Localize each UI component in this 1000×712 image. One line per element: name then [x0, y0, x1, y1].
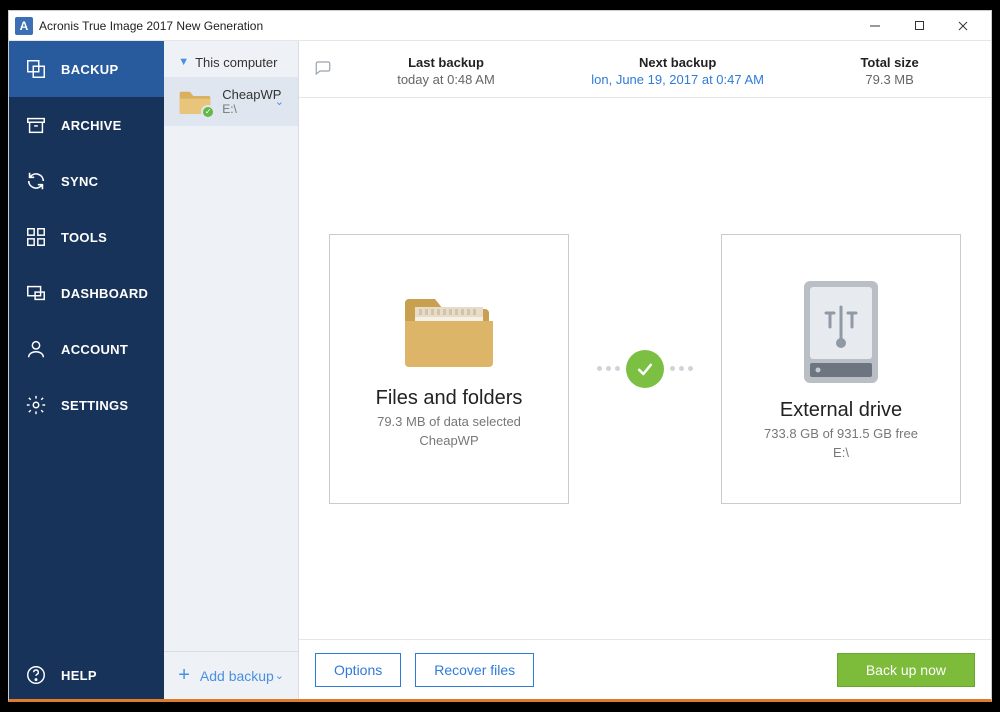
comment-icon[interactable]: [313, 55, 333, 77]
backup-canvas: Files and folders 79.3 MB of data select…: [299, 98, 991, 639]
archive-icon: [25, 114, 47, 136]
total-size-label: Total size: [860, 55, 918, 70]
add-backup-label: Add backup: [200, 668, 274, 684]
last-backup-col: Last backup today at 0:48 AM: [397, 55, 495, 87]
window-title: Acronis True Image 2017 New Generation: [39, 19, 853, 33]
destination-line1: 733.8 GB of 931.5 GB free: [764, 426, 918, 441]
options-button[interactable]: Options: [315, 653, 401, 687]
nav-settings[interactable]: SETTINGS: [9, 377, 164, 433]
minimize-button[interactable]: [853, 12, 897, 40]
nav-help[interactable]: HELP: [9, 651, 164, 699]
nav-label: SYNC: [61, 174, 98, 189]
help-icon: [25, 664, 47, 686]
nav-label: ACCOUNT: [61, 342, 128, 357]
success-badge-icon: ✓: [201, 105, 215, 119]
main-panel: Last backup today at 0:48 AM Next backup…: [299, 41, 991, 699]
total-size-col: Total size 79.3 MB: [860, 55, 918, 87]
nav-label: HELP: [61, 668, 97, 683]
backup-item-path: E:\: [222, 102, 281, 116]
settings-icon: [25, 394, 47, 416]
nav-label: TOOLS: [61, 230, 107, 245]
nav-backup[interactable]: BACKUP: [9, 41, 164, 97]
nav-sidebar: BACKUP ARCHIVE SYNC: [9, 41, 164, 699]
source-line1: 79.3 MB of data selected: [377, 414, 521, 429]
folder-icon: ✓: [178, 88, 212, 116]
source-card[interactable]: Files and folders 79.3 MB of data select…: [329, 234, 569, 504]
nav-tools[interactable]: TOOLS: [9, 209, 164, 265]
connector: [597, 350, 693, 388]
success-check-icon: [626, 350, 664, 388]
backup-list-header[interactable]: ▼ This computer: [164, 41, 298, 77]
tools-icon: [25, 226, 47, 248]
next-backup-label: Next backup: [591, 55, 764, 70]
maximize-button[interactable]: [897, 12, 941, 40]
footer-bar: Options Recover files Back up now: [299, 639, 991, 699]
close-button[interactable]: [941, 12, 985, 40]
nav-label: BACKUP: [61, 62, 118, 77]
window-controls: [853, 12, 985, 40]
app-window: A Acronis True Image 2017 New Generation…: [8, 10, 992, 702]
nav-archive[interactable]: ARCHIVE: [9, 97, 164, 153]
total-size-value: 79.3 MB: [860, 72, 918, 87]
backup-list-item[interactable]: ✓ CheapWP E:\ ⌄: [164, 77, 298, 126]
expand-icon: ▼: [178, 56, 189, 68]
nav-dashboard[interactable]: DASHBOARD: [9, 265, 164, 321]
titlebar: A Acronis True Image 2017 New Generation: [9, 11, 991, 41]
nav-sync[interactable]: SYNC: [9, 153, 164, 209]
dashboard-icon: [25, 282, 47, 304]
backup-icon: [25, 58, 47, 80]
account-icon: [25, 338, 47, 360]
source-line2: CheapWP: [419, 433, 478, 448]
plus-icon: +: [178, 664, 190, 687]
backup-item-name: CheapWP: [222, 87, 281, 102]
chevron-down-icon[interactable]: ⌄: [275, 95, 284, 108]
destination-line2: E:\: [833, 445, 849, 460]
nav-label: SETTINGS: [61, 398, 128, 413]
source-title: Files and folders: [376, 387, 523, 410]
destination-card[interactable]: External drive 733.8 GB of 931.5 GB free…: [721, 234, 961, 504]
backup-now-button[interactable]: Back up now: [837, 653, 975, 687]
destination-title: External drive: [780, 399, 902, 422]
nav-account[interactable]: ACCOUNT: [9, 321, 164, 377]
backup-list-panel: ▼ This computer ✓ CheapWP E:\ ⌄ + Add ba…: [164, 41, 299, 699]
sync-icon: [25, 170, 47, 192]
external-drive-icon: [800, 277, 882, 387]
nav-label: DASHBOARD: [61, 286, 148, 301]
next-backup-col: Next backup lon, June 19, 2017 at 0:47 A…: [591, 55, 764, 87]
backup-list-header-label: This computer: [195, 55, 277, 70]
last-backup-label: Last backup: [397, 55, 495, 70]
recover-files-button[interactable]: Recover files: [415, 653, 534, 687]
summary-bar: Last backup today at 0:48 AM Next backup…: [299, 41, 991, 98]
folder-large-icon: [399, 289, 499, 375]
chevron-down-icon[interactable]: ⌄: [275, 669, 284, 682]
next-backup-value[interactable]: lon, June 19, 2017 at 0:47 AM: [591, 72, 764, 87]
add-backup-button[interactable]: + Add backup ⌄: [164, 651, 298, 699]
app-logo-icon: A: [15, 17, 33, 35]
nav-label: ARCHIVE: [61, 118, 122, 133]
last-backup-value: today at 0:48 AM: [397, 72, 495, 87]
